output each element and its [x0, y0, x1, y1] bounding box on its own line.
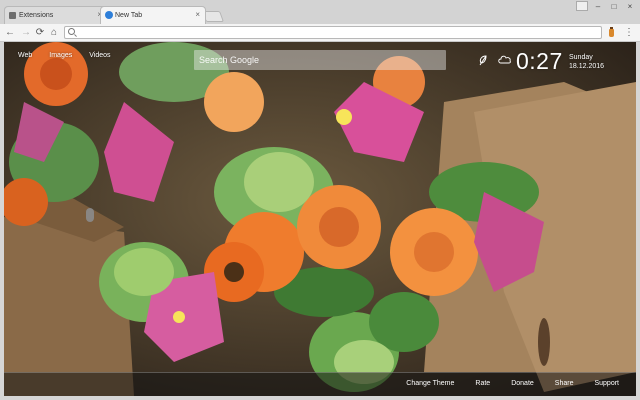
- bottom-bar: Change Theme Rate Donate Share Support: [4, 372, 636, 396]
- top-links: Web Images Videos: [18, 52, 128, 59]
- rate-link[interactable]: Rate: [475, 380, 490, 387]
- google-search-box[interactable]: [194, 50, 446, 70]
- tab-title: New Tab: [115, 12, 143, 19]
- side-panel-handle[interactable]: [86, 208, 94, 222]
- link-videos[interactable]: Videos: [89, 52, 110, 59]
- share-link[interactable]: Share: [555, 380, 574, 387]
- puzzle-icon: [9, 12, 16, 19]
- back-button[interactable]: ←: [4, 26, 16, 39]
- new-tab-page: Web Images Videos 0:27 Sunday 18.12.2016…: [4, 42, 636, 396]
- close-icon[interactable]: ×: [195, 10, 200, 19]
- home-button[interactable]: ⌂: [48, 26, 60, 39]
- tab-title: Extensions: [19, 12, 54, 19]
- browser-menu-button[interactable]: ⋮: [624, 26, 634, 39]
- tab-new-tab[interactable]: New Tab ×: [100, 6, 206, 24]
- window-controls: – □ ×: [574, 0, 638, 12]
- link-images[interactable]: Images: [49, 52, 72, 59]
- minimize-button[interactable]: –: [590, 0, 606, 12]
- change-theme-link[interactable]: Change Theme: [406, 380, 454, 387]
- browser-toolbar: ← → ⟳ ⌂ ⋮: [0, 24, 640, 42]
- search-icon: [68, 28, 75, 35]
- donate-link[interactable]: Donate: [511, 380, 534, 387]
- search-input[interactable]: [194, 50, 446, 70]
- clock: 0:27: [516, 48, 563, 74]
- reload-button[interactable]: ⟳: [34, 26, 46, 39]
- date-value: 18.12.2016: [569, 63, 605, 70]
- forward-button[interactable]: →: [20, 26, 32, 39]
- flower-bouquet-background: [4, 42, 636, 396]
- date-display: Sunday 18.12.2016: [569, 53, 604, 71]
- profile-avatar-icon[interactable]: [576, 1, 588, 11]
- bottom-links: Change Theme Rate Donate Share Support: [385, 380, 619, 387]
- extension-bottle-icon[interactable]: [606, 27, 616, 38]
- tab-strip: Extensions × New Tab × – □ ×: [0, 0, 640, 24]
- day-name: Sunday: [569, 54, 593, 61]
- address-bar[interactable]: [64, 26, 602, 39]
- maximize-button[interactable]: □: [606, 0, 622, 12]
- tab-extensions[interactable]: Extensions ×: [4, 6, 108, 24]
- globe-icon: [105, 11, 113, 19]
- leaf-icon[interactable]: [478, 54, 488, 66]
- address-input[interactable]: [79, 27, 597, 38]
- support-link[interactable]: Support: [594, 380, 619, 387]
- bottle-body: [609, 29, 614, 37]
- cloud-icon[interactable]: [498, 54, 512, 64]
- window-close-button[interactable]: ×: [622, 0, 638, 12]
- link-web[interactable]: Web: [18, 52, 32, 59]
